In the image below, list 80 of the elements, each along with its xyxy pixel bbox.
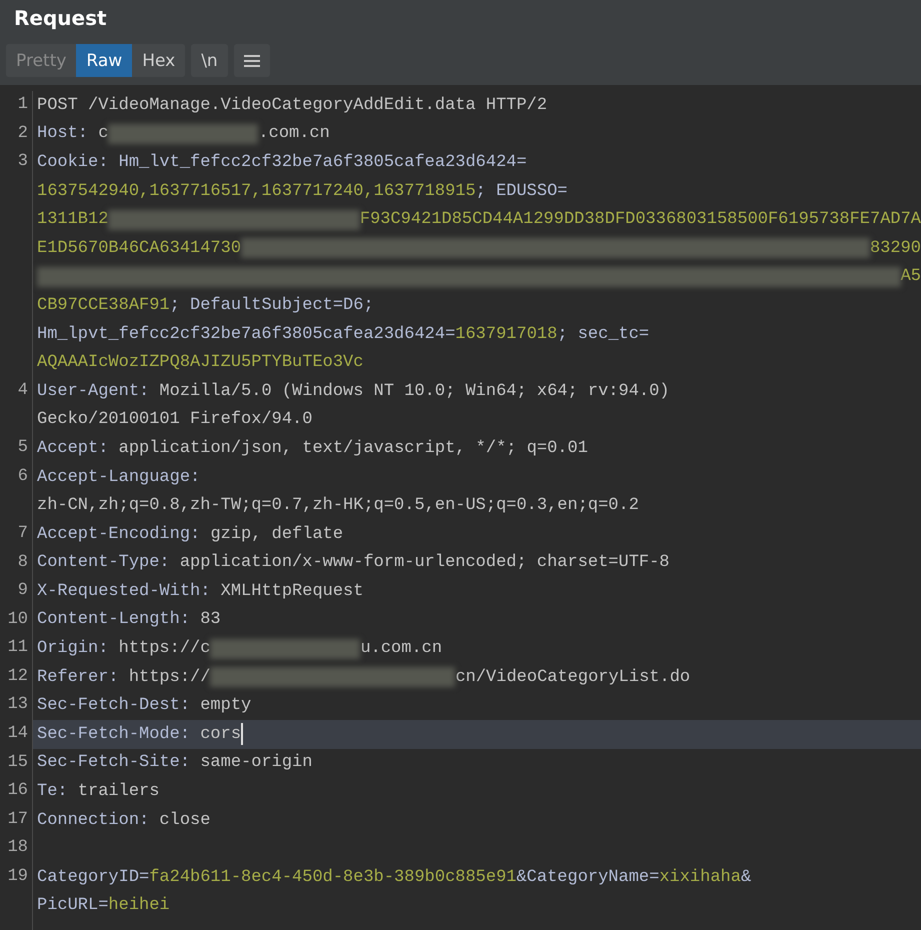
line-number: 1 xyxy=(0,91,33,120)
code-text: https:// xyxy=(128,668,210,687)
header-name: Origin: xyxy=(37,639,110,658)
code-text: XMLHttpRequest xyxy=(220,582,364,601)
menu-button[interactable] xyxy=(234,44,270,77)
code-text: gzip, deflate xyxy=(210,524,344,544)
line-number: 19 xyxy=(0,863,33,930)
header-name: User-Agent: xyxy=(37,382,150,401)
header-name: Content-Length: xyxy=(37,610,192,630)
header-name: & xyxy=(740,868,752,887)
code-text: same-origin xyxy=(200,753,312,772)
code-text: application/x-www-form-urlencoded; charset=UTF-8 xyxy=(180,553,670,572)
header-name: Te: xyxy=(37,782,69,802)
line-number: 9 xyxy=(0,577,33,606)
line-number: 6 xyxy=(0,462,33,520)
line-number: 4 xyxy=(0,376,33,434)
header-name: Sec-Fetch-Mode: xyxy=(37,724,192,744)
header-name: Accept-Language: xyxy=(37,468,200,487)
header-name: Hm_lpvt_fefcc2cf32be7a6f3805cafea23d6424= xyxy=(37,324,456,344)
header-value: AQAAAIcWozIZPQ8AJIZU5PTYBuTEo3Vc xyxy=(37,353,364,372)
line-number: 5 xyxy=(0,434,33,463)
newline-toggle-button[interactable]: \n xyxy=(191,44,228,77)
code-text: u.com.cn xyxy=(360,639,442,658)
code-text: POST /VideoManage.VideoCategoryAddEdit.data HTTP/2 xyxy=(37,96,548,115)
code-text: c xyxy=(98,124,108,144)
header-value: 1637917018 xyxy=(455,324,558,344)
line-number: 15 xyxy=(0,748,33,778)
line-number: 17 xyxy=(0,806,33,834)
header-name: ; sec_tc= xyxy=(557,324,650,344)
header-name: ; DefaultSubject=D6; xyxy=(170,296,374,315)
header-name: PicURL= xyxy=(37,896,108,916)
header-value: F93C9421D85CD44A1299DD38DFD0336803158500F6195738FE7AD7A xyxy=(360,210,921,230)
line-number: 16 xyxy=(0,777,33,806)
line-number: 13 xyxy=(0,691,33,720)
header-value: 1637542940,1637716517,1637717240,1637718915 xyxy=(37,182,476,201)
header-value: heihei xyxy=(108,896,170,916)
header-name: CategoryID= xyxy=(37,868,150,887)
line-number: 2 xyxy=(0,120,33,148)
line-number: 11 xyxy=(0,634,33,663)
header-name: Sec-Fetch-Site: xyxy=(37,753,192,772)
header-value: fa24b611-8ec4-450d-8e3b-389b0c885e91 xyxy=(149,868,516,887)
header-value: A5 xyxy=(900,267,921,286)
header-name: Cookie: Hm_lvt_fefcc2cf32be7a6f3805cafea23d6424= xyxy=(37,152,527,172)
line-number: 7 xyxy=(0,520,33,548)
header-value: 1311B12 xyxy=(37,210,108,230)
menu-icon xyxy=(244,54,260,66)
code-text: cn/VideoCategoryList.do xyxy=(455,668,690,687)
line-number: 12 xyxy=(0,662,33,692)
code-text: cors xyxy=(200,724,242,744)
code-text: .com.cn xyxy=(258,124,330,144)
header-name: ; EDUSSO= xyxy=(476,182,568,201)
view-tab[interactable]: Raw xyxy=(76,44,132,77)
line-number: 3 xyxy=(0,148,33,377)
header-value: E1D5670B46CA63414730 xyxy=(37,238,242,258)
code-text: trailers xyxy=(78,782,160,802)
header-name: Host: xyxy=(37,124,90,144)
code-text: application/json, text/javascript, */*; q=0.01 xyxy=(118,438,588,458)
header-name: Sec-Fetch-Dest: xyxy=(37,696,192,716)
header-value: 83290 xyxy=(870,238,921,258)
header-name: X-Requested-With: xyxy=(37,582,212,601)
header-value: CB97CCE38AF91 xyxy=(37,296,170,315)
line-number: 10 xyxy=(0,606,33,634)
header-name: &CategoryName= xyxy=(516,868,660,887)
header-name: Referer: xyxy=(37,668,120,687)
code-text: Gecko/20100101 Firefox/94.0 xyxy=(37,410,312,430)
code-text: https://c xyxy=(118,639,210,658)
header-name: Accept: xyxy=(37,438,110,458)
text-cursor xyxy=(241,723,244,746)
header-value: xixihaha xyxy=(659,868,741,887)
code-text: close xyxy=(159,810,210,830)
code-text: zh-CN,zh;q=0.8,zh-TW;q=0.7,zh-HK;q=0.5,en-US;q=0.3,en;q=0.2 xyxy=(37,496,639,516)
header-name: Accept-Encoding: xyxy=(37,524,202,544)
code-text: Mozilla/5.0 (Windows NT 10.0; Win64; x64; rv:94.0) xyxy=(159,382,670,401)
line-number: 18 xyxy=(0,834,33,864)
line-number: 8 xyxy=(0,548,33,578)
panel-title: Request xyxy=(13,6,108,32)
header-name: Content-Type: xyxy=(37,553,171,572)
header-name: Connection: xyxy=(37,810,150,830)
code-text: empty xyxy=(200,696,252,716)
code-text: 83 xyxy=(200,610,221,630)
